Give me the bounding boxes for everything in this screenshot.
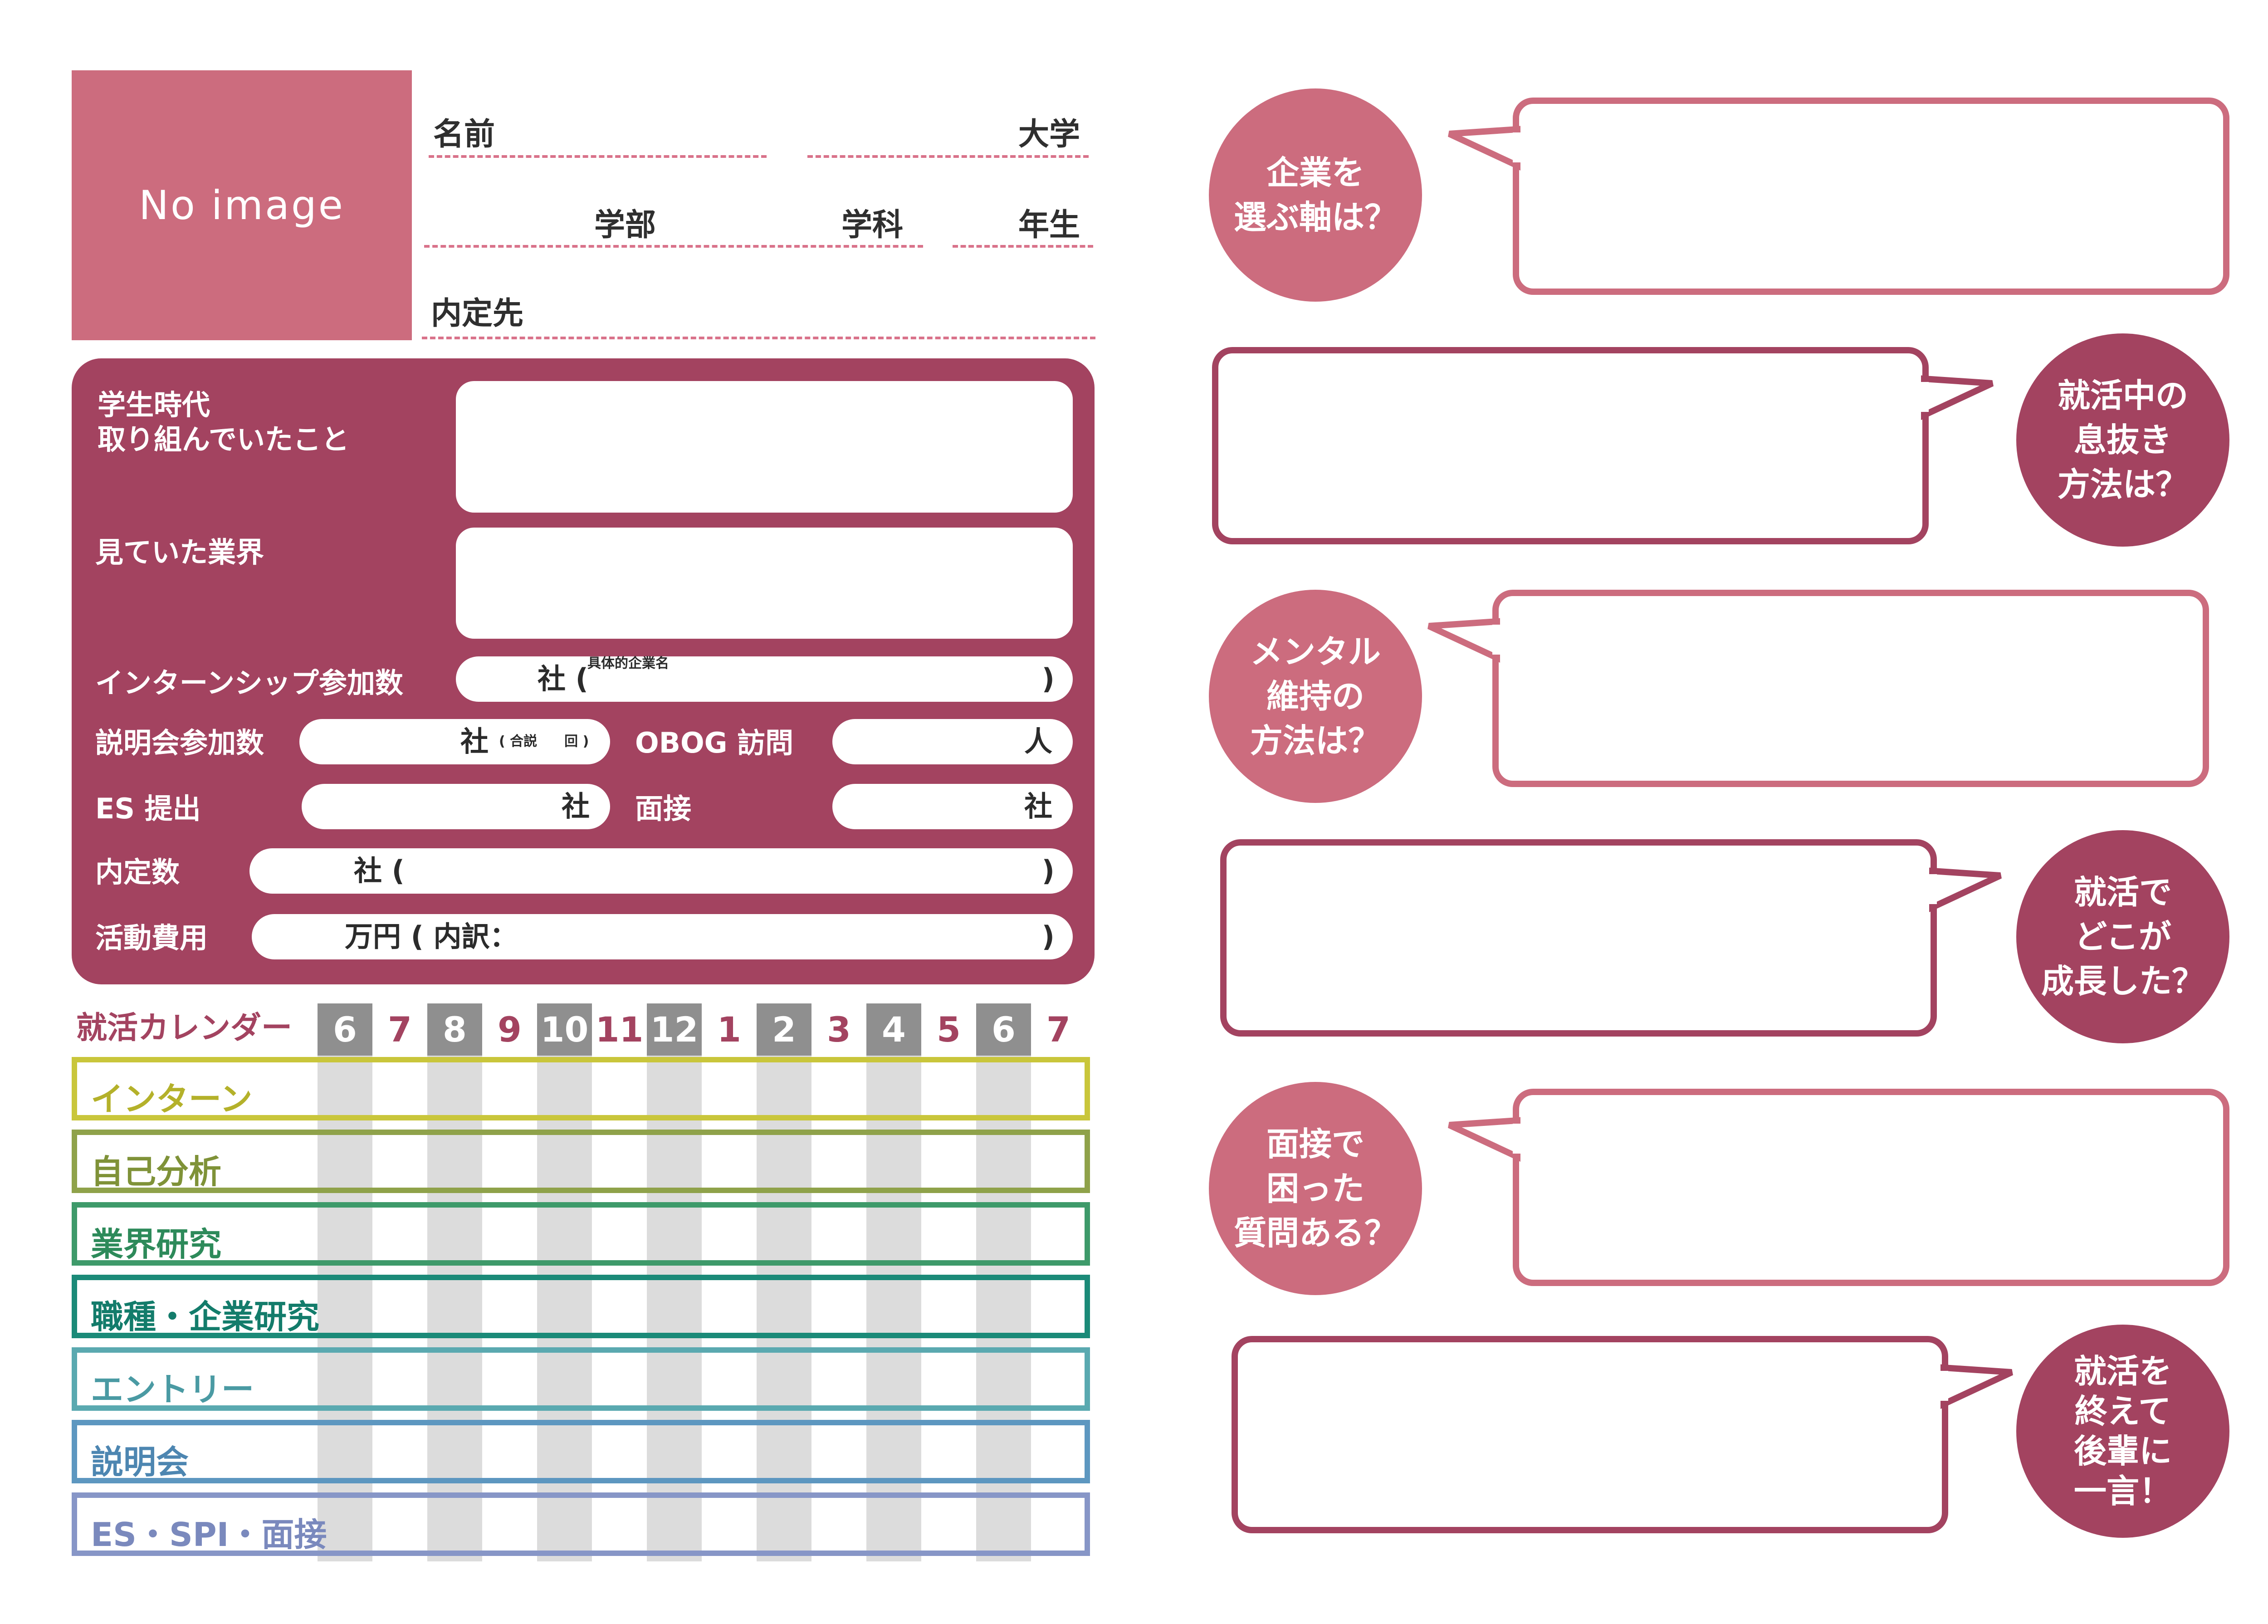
question-text-axis: 企業を 選ぶ軸は？ [1233, 154, 1397, 236]
calendar-row-label: エントリー [91, 1370, 254, 1409]
photo-placeholder[interactable]: No image [72, 70, 412, 340]
question-text-mental: メンタル 維持の 方法は？ [1250, 633, 1381, 760]
calendar-month: 4 [866, 1003, 921, 1056]
answer-box-mental[interactable] [1492, 590, 2209, 787]
answer-box-relax-tail [1915, 375, 1994, 420]
faculty-line[interactable] [424, 245, 923, 248]
offers-field[interactable]: 社 ( ) [249, 848, 1073, 894]
interview-field[interactable]: 社 [832, 784, 1073, 829]
internship-note: 具体的企業名 [587, 655, 669, 671]
question-circle-interview: 面接で 困った 質問ある？ [1209, 1082, 1422, 1295]
answer-box-mental-tail [1427, 618, 1506, 663]
calendar-month: 9 [482, 1003, 537, 1056]
answer-box-interview-tail [1448, 1117, 1526, 1162]
department-label: 学科 [841, 207, 904, 243]
question-text-interview: 面接で 困った 質問ある？ [1233, 1125, 1397, 1252]
answer-box-growth-tail [1923, 867, 2002, 912]
es-unit: 社 [561, 790, 590, 823]
calendar-row-label: ES・SPI・面接 [91, 1516, 327, 1554]
calendar-row-label: インターン [91, 1080, 253, 1118]
calendar-title: 就活カレンダー [76, 1010, 293, 1046]
calendar-row[interactable]: エントリー [72, 1347, 1090, 1411]
calendar-month: 10 [537, 1003, 592, 1056]
internship-close: ) [1041, 662, 1055, 695]
internship-unit: 社 ( [538, 662, 588, 695]
calendar-row-label: 自己分析 [91, 1153, 222, 1191]
calendar-row[interactable]: 職種・企業研究 [72, 1275, 1090, 1338]
obog-label: OBOG 訪問 [635, 726, 794, 759]
offers-label: 内定数 [95, 856, 180, 889]
obog-unit: 人 [1024, 725, 1052, 758]
question-circle-relax: 就活中の 息抜き 方法は？ [2016, 333, 2229, 547]
question-circle-axis: 企業を 選ぶ軸は？ [1209, 88, 1422, 302]
question-text-advice: 就活を 終えて 後輩に 一言！ [2073, 1352, 2172, 1510]
answer-box-advice[interactable] [1232, 1336, 1948, 1533]
calendar-month: 6 [976, 1003, 1031, 1056]
seminar-label: 説明会参加数 [95, 726, 264, 759]
calendar-row[interactable]: インターン [72, 1057, 1090, 1120]
question-circle-mental: メンタル 維持の 方法は？ [1209, 590, 1422, 803]
question-circle-growth: 就活で どこが 成長した？ [2016, 830, 2229, 1043]
calendar-row-label: 職種・企業研究 [91, 1298, 320, 1336]
calendar-month: 12 [647, 1003, 702, 1056]
year-line[interactable] [953, 245, 1093, 248]
calendar-month: 7 [372, 1003, 427, 1056]
cost-label: 活動費用 [95, 921, 208, 954]
interview-unit: 社 [1024, 790, 1052, 823]
calendar-row[interactable]: ES・SPI・面接 [72, 1492, 1090, 1556]
es-field[interactable]: 社 [302, 784, 610, 829]
question-text-relax: 就活中の 息抜き 方法は？ [2057, 377, 2188, 504]
answer-box-axis[interactable] [1513, 98, 2229, 295]
student-activity-box[interactable] [456, 381, 1073, 513]
cost-close: ) [1041, 920, 1055, 953]
es-label: ES 提出 [95, 792, 201, 825]
student-activity-label: 学生時代 取り組んでいたこと [98, 388, 349, 456]
calendar-month: 3 [811, 1003, 866, 1056]
faculty-label: 学部 [594, 207, 656, 243]
calendar-month: 2 [757, 1003, 811, 1056]
question-circle-advice: 就活を 終えて 後輩に 一言！ [2016, 1325, 2229, 1538]
internship-label: インターンシップ参加数 [95, 666, 403, 699]
calendar-month: 8 [427, 1003, 482, 1056]
name-line[interactable] [429, 155, 767, 158]
answer-box-interview[interactable] [1513, 1089, 2229, 1286]
calendar-row-label: 説明会 [91, 1443, 189, 1481]
interview-label: 面接 [635, 792, 692, 825]
seminar-unit: 社 [460, 725, 489, 758]
cost-unit: 万円 ( 内訳： [345, 920, 518, 953]
calendar-month: 7 [1031, 1003, 1086, 1056]
answer-box-growth[interactable] [1220, 839, 1937, 1037]
calendar-month: 11 [592, 1003, 647, 1056]
cost-field[interactable]: 万円 ( 内訳： ) [252, 914, 1073, 959]
obog-field[interactable]: 人 [832, 719, 1073, 764]
calendar-month: 6 [318, 1003, 372, 1056]
calendar-month: 5 [921, 1003, 976, 1056]
calendar-row-label: 業界研究 [91, 1225, 222, 1263]
university-line[interactable] [807, 155, 1089, 158]
calendar-row[interactable]: 自己分析 [72, 1130, 1090, 1193]
internship-field[interactable]: 社 ( 具体的企業名 ) [456, 655, 1073, 702]
industries-box[interactable] [456, 528, 1073, 639]
answer-box-relax[interactable] [1212, 347, 1929, 544]
answer-box-advice-tail [1935, 1364, 2013, 1409]
seminar-field[interactable]: 社 ( 合説 回 ) [299, 719, 610, 764]
name-label: 名前 [433, 117, 495, 152]
photo-placeholder-text: No image [139, 182, 345, 229]
question-text-growth: 就活で どこが 成長した？ [2041, 873, 2204, 1000]
offer-company-label: 内定先 [431, 296, 524, 332]
answer-box-axis-tail [1448, 126, 1526, 171]
calendar-row[interactable]: 業界研究 [72, 1202, 1090, 1266]
offers-close: ) [1041, 854, 1055, 887]
calendar-row[interactable]: 説明会 [72, 1420, 1090, 1483]
seminar-note: ( 合説 回 ) [499, 734, 589, 749]
offers-unit: 社 ( [354, 854, 405, 887]
calendar-month: 1 [702, 1003, 757, 1056]
year-label: 年生 [1018, 207, 1080, 243]
university-label: 大学 [1018, 117, 1080, 152]
offer-company-line[interactable] [422, 337, 1095, 339]
industries-label: 見ていた業界 [95, 536, 264, 569]
